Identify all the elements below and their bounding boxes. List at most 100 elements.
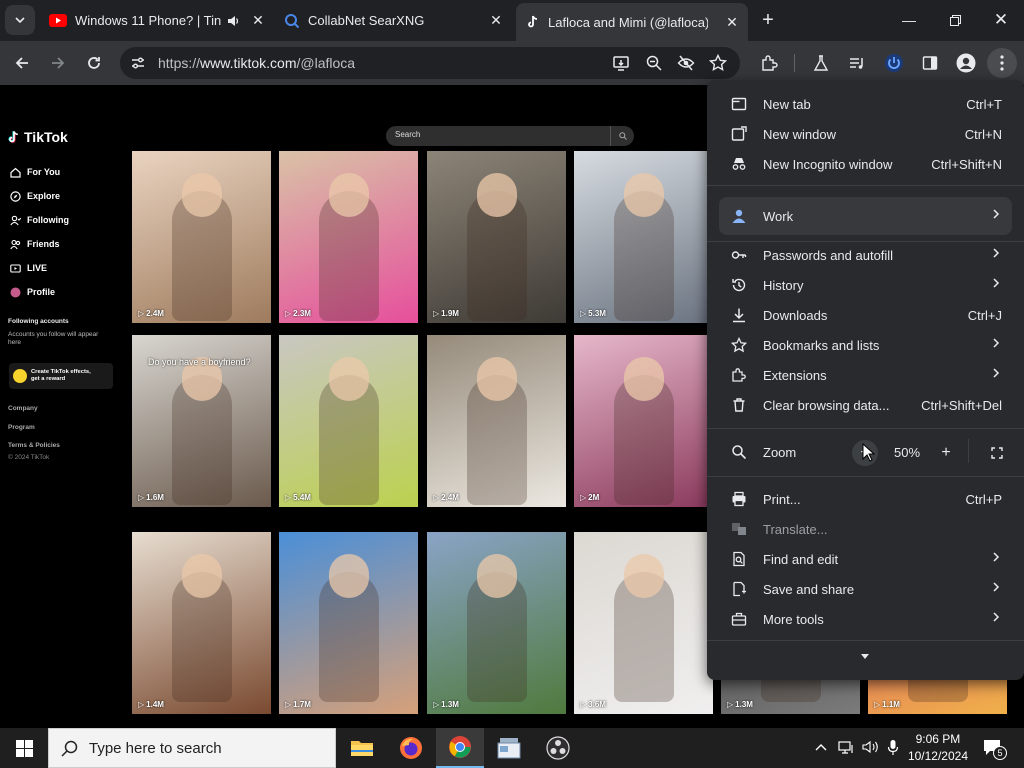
chrome-taskbar-button[interactable] bbox=[436, 728, 484, 768]
tray-overflow-icon[interactable] bbox=[814, 740, 828, 754]
profile-button[interactable] bbox=[951, 48, 981, 78]
close-tab-icon[interactable]: ✕ bbox=[488, 12, 504, 29]
footer-program[interactable]: Program bbox=[8, 424, 35, 431]
close-window-button[interactable]: ✕ bbox=[978, 0, 1024, 40]
create-effects-card[interactable]: Create TikTok effects, get a reward bbox=[9, 363, 113, 389]
play-icon: ▷ bbox=[138, 309, 145, 318]
media-controls-button[interactable] bbox=[842, 48, 872, 78]
menu-item-extensions[interactable]: Extensions bbox=[707, 360, 1024, 390]
video-thumbnail[interactable]: ▷ 2.4M bbox=[132, 151, 271, 323]
tab-search-button[interactable] bbox=[5, 5, 35, 35]
menu-item-label: Bookmarks and lists bbox=[763, 338, 880, 353]
speaker-icon[interactable] bbox=[226, 14, 240, 28]
side-panel-button[interactable] bbox=[915, 48, 945, 78]
tab-lafloca-tiktok[interactable]: Lafloca and Mimi (@lafloca) | T ✕ bbox=[516, 3, 748, 41]
view-count-text: 2.4M bbox=[146, 309, 164, 318]
video-thumbnail[interactable]: ▷ 5.3M bbox=[574, 151, 713, 323]
video-thumbnail[interactable]: Do you have a boyfriend? ▷ 1.6M bbox=[132, 335, 271, 507]
start-button[interactable] bbox=[0, 728, 48, 768]
menu-separator bbox=[707, 428, 1024, 429]
menu-item-bookmarks-and-lists[interactable]: Bookmarks and lists bbox=[707, 330, 1024, 360]
menu-item-more-tools[interactable]: More tools bbox=[707, 604, 1024, 634]
video-thumbnail[interactable]: ▷ 1.7M bbox=[279, 532, 418, 714]
close-tab-icon[interactable]: ✕ bbox=[250, 12, 266, 29]
tiktok-search-input[interactable]: Search bbox=[386, 126, 634, 146]
address-bar[interactable]: https://www.tiktok.com/@lafloca bbox=[120, 47, 740, 79]
tiktok-logo[interactable]: TikTok bbox=[8, 129, 68, 145]
video-thumbnail[interactable]: ▷ 2M bbox=[574, 335, 713, 507]
back-button[interactable] bbox=[7, 48, 37, 78]
nav-friends[interactable]: Friends bbox=[9, 238, 60, 250]
view-count-text: 5.3M bbox=[588, 309, 606, 318]
view-count: ▷ 2M bbox=[580, 493, 599, 502]
menu-item-work[interactable]: Work bbox=[707, 201, 1024, 231]
menu-item-clear-browsing-data[interactable]: Clear browsing data... Ctrl+Shift+Del bbox=[707, 390, 1024, 420]
tab-windows-11-phone[interactable]: Windows 11 Phone? | TinyT ✕ bbox=[42, 0, 274, 41]
video-thumbnail[interactable]: ▷ 1.4M bbox=[132, 532, 271, 714]
volume-icon[interactable] bbox=[862, 739, 880, 755]
more-items-button[interactable] bbox=[857, 648, 873, 664]
play-icon: ▷ bbox=[580, 700, 587, 709]
search-icon[interactable] bbox=[610, 126, 634, 146]
forward-button[interactable] bbox=[43, 48, 73, 78]
minimize-button[interactable]: — bbox=[886, 0, 932, 40]
menu-item-new-tab[interactable]: New tab Ctrl+T bbox=[707, 89, 1024, 119]
menu-item-print[interactable]: Print... Ctrl+P bbox=[707, 484, 1024, 514]
zoom-in-button[interactable]: + bbox=[933, 440, 959, 466]
menu-item-save-and-share[interactable]: Save and share bbox=[707, 574, 1024, 604]
extension-vpn-button[interactable] bbox=[879, 48, 909, 78]
eye-off-icon[interactable] bbox=[677, 54, 695, 72]
video-thumbnail[interactable]: ▷ 2.4M bbox=[427, 335, 566, 507]
zoom-magnifier-icon[interactable] bbox=[645, 54, 663, 72]
network-icon[interactable] bbox=[838, 739, 856, 755]
app-window-button[interactable] bbox=[485, 728, 533, 768]
nav-profile[interactable]: Profile bbox=[9, 286, 55, 298]
site-info-icon[interactable] bbox=[130, 55, 146, 71]
zoom-icon bbox=[731, 444, 747, 460]
firefox-button[interactable] bbox=[387, 728, 435, 768]
nav-live[interactable]: LIVE bbox=[9, 262, 47, 274]
nav-following[interactable]: Following bbox=[9, 214, 69, 226]
youtube-icon bbox=[49, 14, 67, 27]
notifications-button[interactable]: 5 bbox=[982, 737, 1007, 760]
reload-button[interactable] bbox=[79, 48, 109, 78]
menu-item-find-and-edit[interactable]: Find and edit bbox=[707, 544, 1024, 574]
menu-item-translate[interactable]: Translate... bbox=[707, 514, 1024, 544]
menu-item-downloads[interactable]: Downloads Ctrl+J bbox=[707, 300, 1024, 330]
taskbar-search-placeholder: Type here to search bbox=[89, 740, 222, 757]
system-clock[interactable]: 9:06 PM 10/12/2024 bbox=[908, 731, 968, 765]
browser-toolbar: https://www.tiktok.com/@lafloca bbox=[0, 41, 1024, 85]
chevron-down-icon bbox=[15, 17, 25, 24]
install-app-icon[interactable] bbox=[612, 54, 630, 72]
footer-company[interactable]: Company bbox=[8, 405, 38, 412]
nav-for-you[interactable]: For You bbox=[9, 166, 60, 178]
file-explorer-button[interactable] bbox=[338, 728, 386, 768]
menu-item-passwords-and-autofill[interactable]: Passwords and autofill bbox=[707, 240, 1024, 270]
video-thumbnail[interactable]: ▷ 3.6M bbox=[574, 532, 713, 714]
new-tab-button[interactable]: + bbox=[753, 5, 783, 35]
video-thumbnail[interactable]: ▷ 2.3M bbox=[279, 151, 418, 323]
tab-collabnet-searxng[interactable]: CollabNet SearXNG ✕ bbox=[276, 0, 512, 41]
video-thumbnail[interactable]: ▷ 1.9M bbox=[427, 151, 566, 323]
menu-item-history[interactable]: History bbox=[707, 270, 1024, 300]
obs-button[interactable] bbox=[534, 728, 582, 768]
microphone-icon[interactable] bbox=[887, 739, 899, 756]
nav-explore[interactable]: Explore bbox=[9, 190, 60, 202]
close-icon: ✕ bbox=[993, 10, 1009, 29]
close-tab-icon[interactable]: ✕ bbox=[724, 14, 740, 30]
labs-button[interactable] bbox=[806, 48, 836, 78]
menu-item-new-incognito-window[interactable]: New Incognito window Ctrl+Shift+N bbox=[707, 149, 1024, 179]
fullscreen-button[interactable] bbox=[984, 440, 1010, 466]
bookmark-star-icon[interactable] bbox=[709, 54, 727, 72]
video-thumbnail[interactable]: ▷ 1.3M bbox=[427, 532, 566, 714]
taskbar-search-box[interactable]: Type here to search bbox=[48, 728, 336, 768]
menu-item-new-window[interactable]: New window Ctrl+N bbox=[707, 119, 1024, 149]
person-head bbox=[624, 554, 664, 598]
chrome-menu-button[interactable] bbox=[987, 48, 1017, 78]
video-thumbnail[interactable]: ▷ 5.4M bbox=[279, 335, 418, 507]
restore-button[interactable] bbox=[932, 0, 978, 40]
extensions-button[interactable] bbox=[754, 48, 784, 78]
view-count: ▷ 1.3M bbox=[433, 700, 459, 709]
chevron-right-icon bbox=[992, 367, 1000, 379]
footer-terms[interactable]: Terms & Policies bbox=[8, 442, 60, 449]
